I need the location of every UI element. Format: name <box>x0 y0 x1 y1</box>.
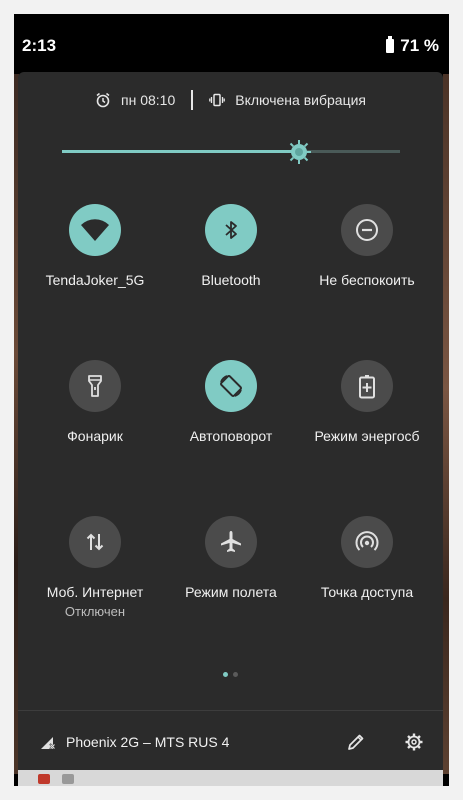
tile-label: Не беспокоить <box>319 272 415 288</box>
screenshot-frame: 2:13 71 % пн 08:10 Включена вибрация Ten… <box>0 0 463 800</box>
quick-settings-panel: пн 08:10 Включена вибрация TendaJoker_5G… <box>18 72 443 782</box>
signal-icon <box>40 734 56 755</box>
auto-rotate-icon[interactable] <box>205 360 257 412</box>
tile-mobile-data[interactable]: Моб. Интернет Отключен <box>25 516 165 619</box>
battery-saver-icon[interactable] <box>341 360 393 412</box>
airplane-icon[interactable] <box>205 516 257 568</box>
vibration-status: Включена вибрация <box>235 92 366 108</box>
page-dot[interactable] <box>233 672 238 677</box>
app-icon <box>62 774 74 784</box>
edit-icon[interactable] <box>346 732 366 757</box>
battery-percent: 71 % <box>400 36 439 55</box>
next-alarm-time[interactable]: пн 08:10 <box>121 92 175 108</box>
brightness-slider[interactable] <box>62 140 400 164</box>
tile-label: TendaJoker_5G <box>45 272 145 288</box>
page-dot-active[interactable] <box>223 672 228 677</box>
tile-label: Режим энергосб <box>314 428 420 444</box>
brightness-fill <box>62 150 299 153</box>
notification-peek <box>18 770 443 786</box>
tile-hotspot[interactable]: Точка доступа <box>297 516 437 600</box>
wallpaper-right-edge <box>443 74 449 774</box>
wifi-icon[interactable] <box>69 204 121 256</box>
quick-settings-header: пн 08:10 Включена вибрация <box>18 90 443 110</box>
tile-label: Режим полета <box>185 584 277 600</box>
tile-battery-saver[interactable]: Режим энергосб <box>297 360 437 444</box>
brightness-icon[interactable] <box>285 138 313 166</box>
tile-auto-rotate[interactable]: Автоповорот <box>161 360 301 444</box>
network-operator-label[interactable]: Phoenix 2G – MTS RUS 4 <box>66 734 232 750</box>
page-indicator <box>18 672 443 677</box>
tile-label: Моб. Интернет <box>46 584 144 600</box>
alarm-icon[interactable] <box>95 92 111 108</box>
vibrate-icon <box>209 92 226 108</box>
tile-sublabel: Отключен <box>64 604 126 619</box>
tile-label: Автоповорот <box>189 428 273 444</box>
tile-wifi[interactable]: TendaJoker_5G <box>25 204 165 288</box>
tile-label: Bluetooth <box>201 272 261 288</box>
app-icon <box>38 774 50 784</box>
do-not-disturb-icon[interactable] <box>341 204 393 256</box>
hotspot-icon[interactable] <box>341 516 393 568</box>
tile-label: Фонарик <box>67 428 123 444</box>
header-divider <box>191 90 194 110</box>
tile-airplane-mode[interactable]: Режим полета <box>161 516 301 600</box>
tile-label: Точка доступа <box>320 584 414 600</box>
flashlight-icon[interactable] <box>69 360 121 412</box>
mobile-data-icon[interactable] <box>69 516 121 568</box>
clock: 2:13 <box>22 36 57 55</box>
status-bar: 2:13 71 % <box>14 14 449 74</box>
tile-flashlight[interactable]: Фонарик <box>25 360 165 444</box>
footer-divider <box>18 710 443 711</box>
battery-indicator: 71 % <box>386 36 439 56</box>
tile-bluetooth[interactable]: Bluetooth <box>161 204 301 288</box>
tile-do-not-disturb[interactable]: Не беспокоить <box>297 204 437 288</box>
quick-settings-footer: Phoenix 2G – MTS RUS 4 <box>18 722 443 762</box>
bluetooth-icon[interactable] <box>205 204 257 256</box>
battery-icon <box>386 36 395 53</box>
phone-screen: 2:13 71 % пн 08:10 Включена вибрация Ten… <box>14 14 449 786</box>
gear-icon[interactable] <box>404 732 424 757</box>
